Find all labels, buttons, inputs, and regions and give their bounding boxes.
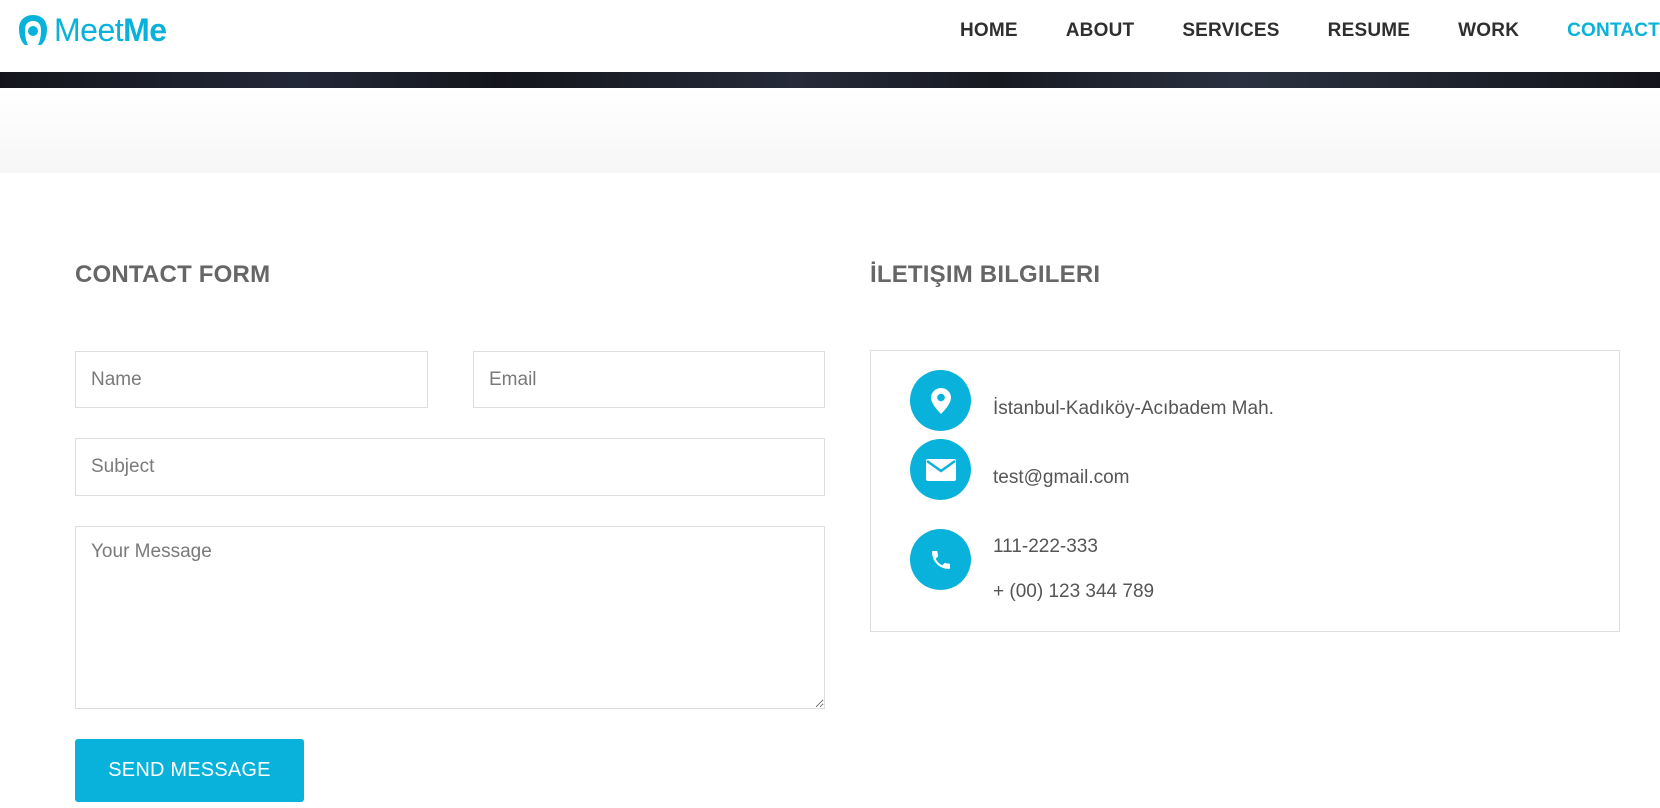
nav-home[interactable]: HOME xyxy=(960,18,1018,44)
contact-info-box: İstanbul-Kadıköy-Acıbadem Mah. test@gmai… xyxy=(870,350,1620,632)
hero-banner xyxy=(0,72,1660,88)
email-input[interactable] xyxy=(473,351,825,408)
contact-form-title: CONTACT FORM xyxy=(75,261,271,288)
site-header: MeetMe HOME ABOUT SERVICES RESUME WORK C… xyxy=(0,0,1660,72)
subject-input[interactable] xyxy=(75,438,825,496)
nav-work[interactable]: WORK xyxy=(1458,18,1519,44)
map-pin-icon xyxy=(910,370,971,431)
phone-secondary-text[interactable]: + (00) 123 344 789 xyxy=(993,580,1154,604)
envelope-icon xyxy=(910,439,971,500)
send-message-button[interactable]: SEND MESSAGE xyxy=(75,739,304,802)
logo[interactable]: MeetMe xyxy=(16,12,167,48)
logo-text: MeetMe xyxy=(54,12,167,48)
nav-services[interactable]: SERVICES xyxy=(1182,18,1279,44)
message-textarea[interactable] xyxy=(75,526,825,709)
nav-contact[interactable]: CONTACT xyxy=(1567,18,1660,44)
phone-icon xyxy=(910,529,971,590)
main-nav: HOME ABOUT SERVICES RESUME WORK CONTACT xyxy=(912,18,1660,44)
hero-fade xyxy=(0,88,1660,173)
nav-resume[interactable]: RESUME xyxy=(1328,18,1411,44)
email-text[interactable]: test@gmail.com xyxy=(993,466,1130,490)
logo-icon xyxy=(19,15,47,45)
phone-primary-text[interactable]: 111-222-333 xyxy=(993,535,1098,559)
address-text: İstanbul-Kadıköy-Acıbadem Mah. xyxy=(993,398,1274,419)
name-input[interactable] xyxy=(75,351,428,408)
contact-info-title: İLETIŞIM BILGILERI xyxy=(870,261,1101,288)
nav-about[interactable]: ABOUT xyxy=(1066,18,1135,44)
